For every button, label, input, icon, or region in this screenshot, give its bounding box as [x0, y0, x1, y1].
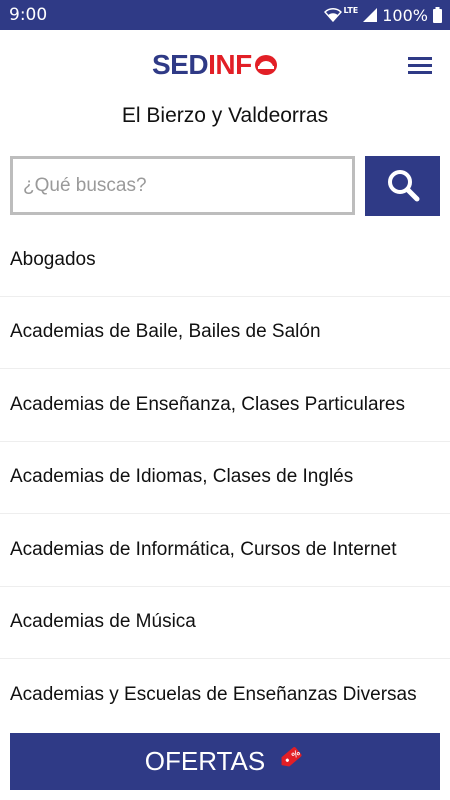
logo-text-inf: INF [208, 49, 252, 80]
list-item[interactable]: Academias de Música [0, 587, 450, 659]
network-type: LTE [343, 5, 359, 15]
list-item[interactable]: Academias de Enseñanza, Clases Particula… [0, 369, 450, 442]
wifi-icon [323, 8, 342, 22]
list-item[interactable]: Academias de Informática, Cursos de Inte… [0, 514, 450, 587]
logo-text-sed: SED [152, 49, 209, 80]
status-time: 9:00 [9, 5, 48, 25]
search-button[interactable] [365, 156, 440, 216]
status-icons: LTE 100% [323, 5, 442, 25]
hamburger-menu-icon[interactable] [408, 57, 432, 75]
battery-level: 100% [382, 5, 428, 25]
offers-button[interactable]: OFERTAS % [10, 733, 440, 790]
sedinfo-logo[interactable]: SED INF [152, 50, 279, 80]
logo-o-mark [253, 52, 279, 78]
signal-icon [363, 8, 378, 22]
list-item[interactable]: Abogados [0, 224, 450, 297]
offers-label: OFERTAS [144, 746, 266, 776]
category-list: Abogados Academias de Baile, Bailes de S… [0, 224, 450, 732]
list-item[interactable]: Academias y Escuelas de Enseñanzas Diver… [0, 659, 450, 732]
search-icon [386, 168, 420, 205]
list-item[interactable]: Academias de Idiomas, Clases de Inglés [0, 442, 450, 514]
list-item[interactable]: Academias de Baile, Bailes de Salón [0, 297, 450, 369]
app-header: SED INF [0, 30, 450, 104]
battery-icon [433, 7, 442, 23]
search-input[interactable] [10, 156, 355, 215]
region-title: El Bierzo y Valdeorras [121, 104, 329, 127]
status-bar: 9:00 LTE 100% [0, 0, 450, 30]
discount-tag-icon: % [275, 743, 305, 780]
